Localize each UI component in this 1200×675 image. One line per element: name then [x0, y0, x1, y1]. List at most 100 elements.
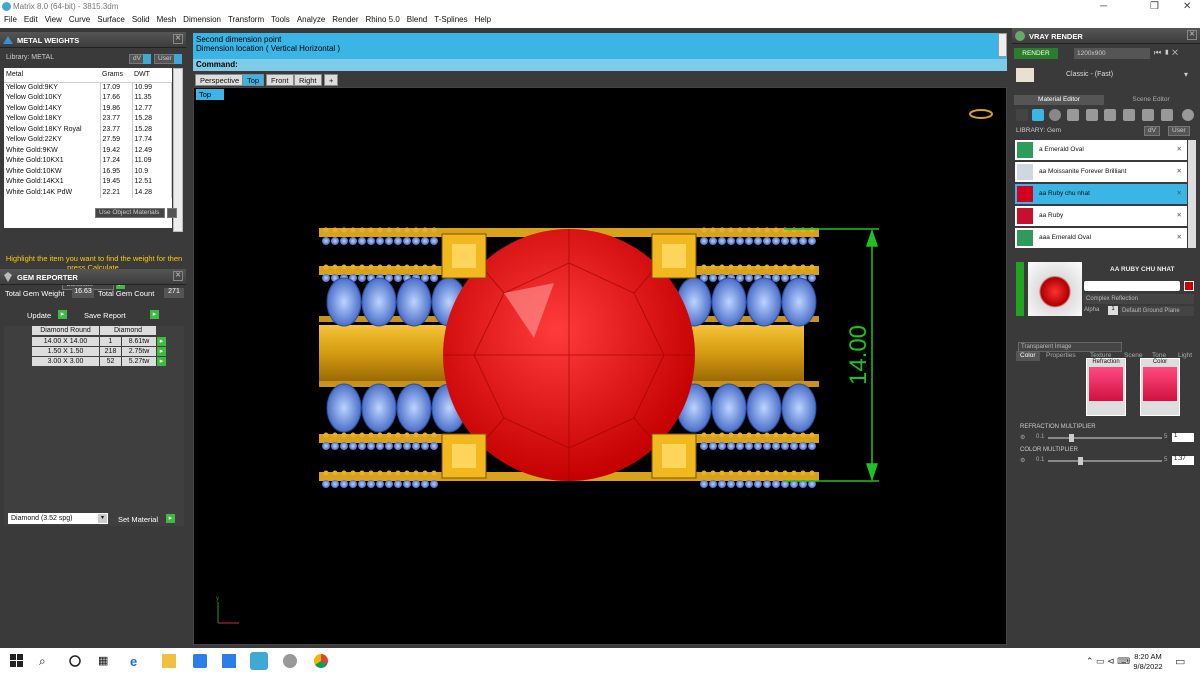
water-drop-icon[interactable]: [1016, 109, 1028, 121]
table-row[interactable]: Yellow Gold:18KY 23.77 15.28: [4, 113, 172, 124]
metal-info-icon[interactable]: [143, 54, 151, 64]
maximize-icon[interactable]: ❐: [1150, 1, 1159, 12]
gem-row-go-icon[interactable]: ▸: [157, 347, 166, 356]
save-report-button[interactable]: Save Report: [84, 311, 126, 320]
color-multiplier-value[interactable]: 1.37: [1172, 456, 1194, 465]
material-remove-icon[interactable]: ✕: [1177, 228, 1182, 248]
color-slider-thumb[interactable]: [1077, 457, 1083, 465]
col-grams[interactable]: Grams: [100, 68, 132, 83]
expand-arrow-icon[interactable]: [1016, 262, 1024, 316]
metal-user-button[interactable]: User: [154, 54, 176, 64]
chrome-icon[interactable]: [314, 654, 328, 668]
menu-transform[interactable]: Transform: [224, 14, 267, 24]
color-mode-select[interactable]: Transparent Image: [1018, 342, 1122, 352]
menu-surface[interactable]: Surface: [93, 14, 128, 24]
material-item[interactable]: aa Ruby ✕: [1015, 206, 1187, 226]
gem-icon[interactable]: [1032, 109, 1044, 121]
save-report-go-icon[interactable]: ▸: [150, 310, 159, 319]
windows-start-icon[interactable]: [10, 654, 24, 668]
menu-render[interactable]: Render: [328, 14, 361, 24]
set-material-go-icon[interactable]: ▸: [166, 514, 175, 523]
alpha-value[interactable]: 1: [1108, 306, 1118, 315]
rhino-icon[interactable]: [283, 654, 297, 668]
material-item[interactable]: aaa Emerald Oval ✕: [1015, 228, 1187, 248]
material-tools[interactable]: [1084, 281, 1180, 291]
material-scrollbar[interactable]: [1188, 140, 1196, 248]
material-delete-icon[interactable]: [1184, 281, 1194, 291]
refraction-gear-icon[interactable]: ⚙: [1020, 434, 1025, 441]
update-go-icon[interactable]: ▸: [58, 310, 67, 319]
metal-weights-close-icon[interactable]: ✕: [173, 34, 183, 44]
render-nav-icons[interactable]: ⏮ ▮ ✕: [1154, 48, 1194, 59]
clock-date[interactable]: 9/8/2022: [1128, 662, 1168, 671]
menu-curve[interactable]: Curve: [65, 14, 93, 24]
viewport-top[interactable]: Top 14.00 y: [193, 87, 1007, 645]
table-row[interactable]: Yellow Gold:14KY 19.86 12.77: [4, 103, 172, 114]
tray-icons[interactable]: ⌃ ▭ ⊲ ⌨: [1086, 656, 1130, 667]
material-remove-icon[interactable]: ✕: [1177, 184, 1182, 204]
gem-user-button[interactable]: User: [1168, 126, 1190, 136]
bulb-icon[interactable]: [1182, 109, 1194, 121]
gem-row-go-icon[interactable]: ▸: [157, 337, 166, 346]
cube-icon[interactable]: [1067, 109, 1079, 121]
task-view-icon[interactable]: ▦: [98, 654, 112, 668]
tab-perspective[interactable]: Perspective: [195, 74, 245, 86]
col-metal[interactable]: Metal: [4, 68, 100, 83]
table-row[interactable]: White Gold:14K PdW 22.21 14.28: [4, 187, 172, 198]
table-row[interactable]: White Gold:10KX1 17.24 11.09: [4, 155, 172, 166]
menu-analyze[interactable]: Analyze: [293, 14, 328, 24]
grid-icon[interactable]: [1104, 109, 1116, 121]
use-object-materials[interactable]: Use Object Materials: [95, 208, 165, 218]
gem-row-go-icon[interactable]: ▸: [157, 357, 166, 366]
gem-material-select[interactable]: Diamond (3.52 spg): [8, 513, 108, 524]
ground-plane-select[interactable]: Default Ground Plane: [1120, 306, 1194, 316]
brush-icon[interactable]: [1161, 109, 1173, 121]
render-button[interactable]: RENDER: [1014, 48, 1058, 59]
material-item[interactable]: a Emerald Oval ✕: [1015, 140, 1187, 160]
table-row[interactable]: White Gold:10KW 16.95 10.9: [4, 166, 172, 177]
material-item[interactable]: aa Ruby chu nhat ✕: [1015, 184, 1187, 204]
tab-color[interactable]: Color: [1016, 351, 1040, 361]
pattern-icon[interactable]: [1123, 109, 1135, 121]
file-explorer-icon[interactable]: [162, 654, 176, 668]
close-icon[interactable]: ✕: [1183, 1, 1191, 12]
menu-view[interactable]: View: [41, 14, 65, 24]
tab-front[interactable]: Front: [266, 74, 294, 86]
update-button[interactable]: Update: [27, 311, 51, 320]
leaf-icon[interactable]: [1142, 109, 1154, 121]
dropdown-chevron-icon[interactable]: ▾: [98, 514, 107, 523]
ring-thumbnail-icon[interactable]: [969, 109, 993, 119]
clock-time[interactable]: 8:20 AM: [1130, 652, 1166, 661]
set-material-button[interactable]: Set Material: [118, 515, 158, 524]
tab-properties[interactable]: Properties: [1046, 351, 1076, 361]
tab-scene-editor[interactable]: Scene Editor: [1106, 95, 1196, 105]
menu-edit[interactable]: Edit: [20, 14, 41, 24]
store-icon[interactable]: [193, 654, 207, 668]
command-input[interactable]: Command:: [193, 59, 1007, 71]
menu-tools[interactable]: Tools: [267, 14, 293, 24]
search-icon[interactable]: ⌕: [39, 654, 53, 668]
gem-reporter-close-icon[interactable]: ✕: [173, 271, 183, 281]
sphere-icon[interactable]: [1049, 109, 1061, 121]
command-scrollbar[interactable]: [998, 33, 1007, 57]
table-row[interactable]: Yellow Gold:10KY 17.66 11.35: [4, 92, 172, 103]
menu-tsplines[interactable]: T-Splines: [430, 14, 470, 24]
minimize-icon[interactable]: ─: [1100, 1, 1107, 12]
menu-solid[interactable]: Solid: [128, 14, 153, 24]
refraction-slider[interactable]: [1048, 434, 1162, 442]
color-slider[interactable]: [1048, 457, 1162, 465]
tab-right[interactable]: Right: [294, 74, 322, 86]
menu-rhino[interactable]: Rhino 5.0: [362, 14, 403, 24]
menu-file[interactable]: File: [0, 14, 20, 24]
refraction-swatch[interactable]: Refraction: [1086, 358, 1126, 416]
resolution-field[interactable]: 1200x900: [1074, 48, 1150, 59]
tab-top[interactable]: Top: [242, 74, 265, 86]
menu-blend[interactable]: Blend: [403, 14, 430, 24]
table-row[interactable]: Yellow Gold:9KY 17.09 10.99: [4, 82, 172, 93]
material-remove-icon[interactable]: ✕: [1177, 140, 1182, 160]
material-type-select[interactable]: Complex Reflection: [1084, 294, 1194, 304]
col-dwt[interactable]: DWT: [132, 68, 172, 83]
color-gear-icon[interactable]: ⚙: [1020, 457, 1025, 464]
menu-mesh[interactable]: Mesh: [153, 14, 180, 24]
table-row[interactable]: Yellow Gold:22KY 27.59 17.74: [4, 134, 172, 145]
